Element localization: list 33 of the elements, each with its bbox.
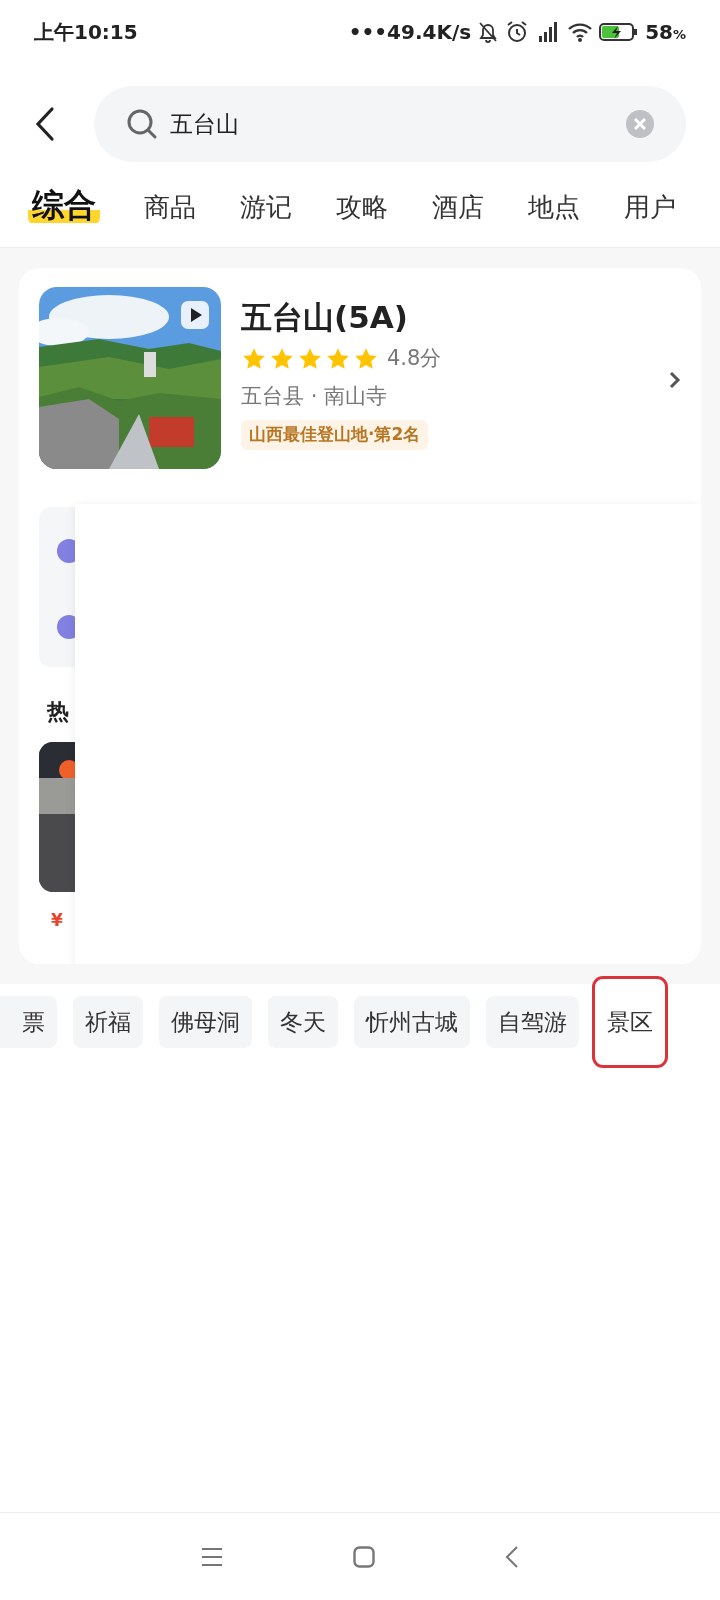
keyword-tag[interactable]: 佛母洞 — [159, 996, 252, 1048]
wifi-icon — [567, 21, 594, 43]
keyword-tag[interactable]: 景区 — [595, 979, 665, 1065]
section-heading: 热 — [47, 698, 70, 726]
keyword-tag[interactable]: 自驾游 — [486, 996, 579, 1048]
network-speed: •••49.4K/s — [348, 19, 472, 46]
mute-icon — [477, 20, 500, 44]
keyword-tag[interactable]: 冬天 — [268, 996, 338, 1048]
search-input[interactable]: 五台山 — [170, 106, 614, 142]
search-icon — [126, 108, 158, 140]
search-field[interactable]: 五台山 — [94, 86, 686, 162]
keyword-tag[interactable]: 票 — [0, 996, 57, 1048]
menu-icon[interactable] — [201, 1546, 223, 1567]
home-icon[interactable] — [353, 1545, 375, 1568]
tab[interactable]: 用户 — [624, 187, 676, 227]
tab[interactable]: 酒店 — [432, 187, 484, 227]
rating-score: 4.8分 — [387, 345, 442, 372]
tab[interactable]: 攻略 — [336, 187, 388, 227]
rank-tag: 山西最佳登山地·第2名 — [241, 420, 429, 450]
tab[interactable]: 游记 — [240, 187, 292, 227]
battery-percent: 58 — [645, 19, 673, 46]
battery-icon — [599, 21, 640, 43]
chevron-right-icon[interactable] — [669, 371, 681, 389]
tab[interactable]: 地点 — [528, 187, 580, 227]
tab[interactable]: 商品 — [144, 187, 196, 227]
percent-sign: % — [672, 27, 686, 44]
keyword-tag[interactable]: 祈福 — [73, 996, 143, 1048]
back-icon[interactable] — [505, 1544, 519, 1569]
location-text: 五台县 · 南山寺 — [241, 382, 389, 410]
attraction-title: 五台山(5A) — [241, 298, 409, 337]
keyword-tag[interactable]: 忻州古城 — [354, 996, 470, 1048]
time: 上午10:15 — [34, 19, 138, 46]
price-symbol: ¥ — [51, 909, 64, 932]
